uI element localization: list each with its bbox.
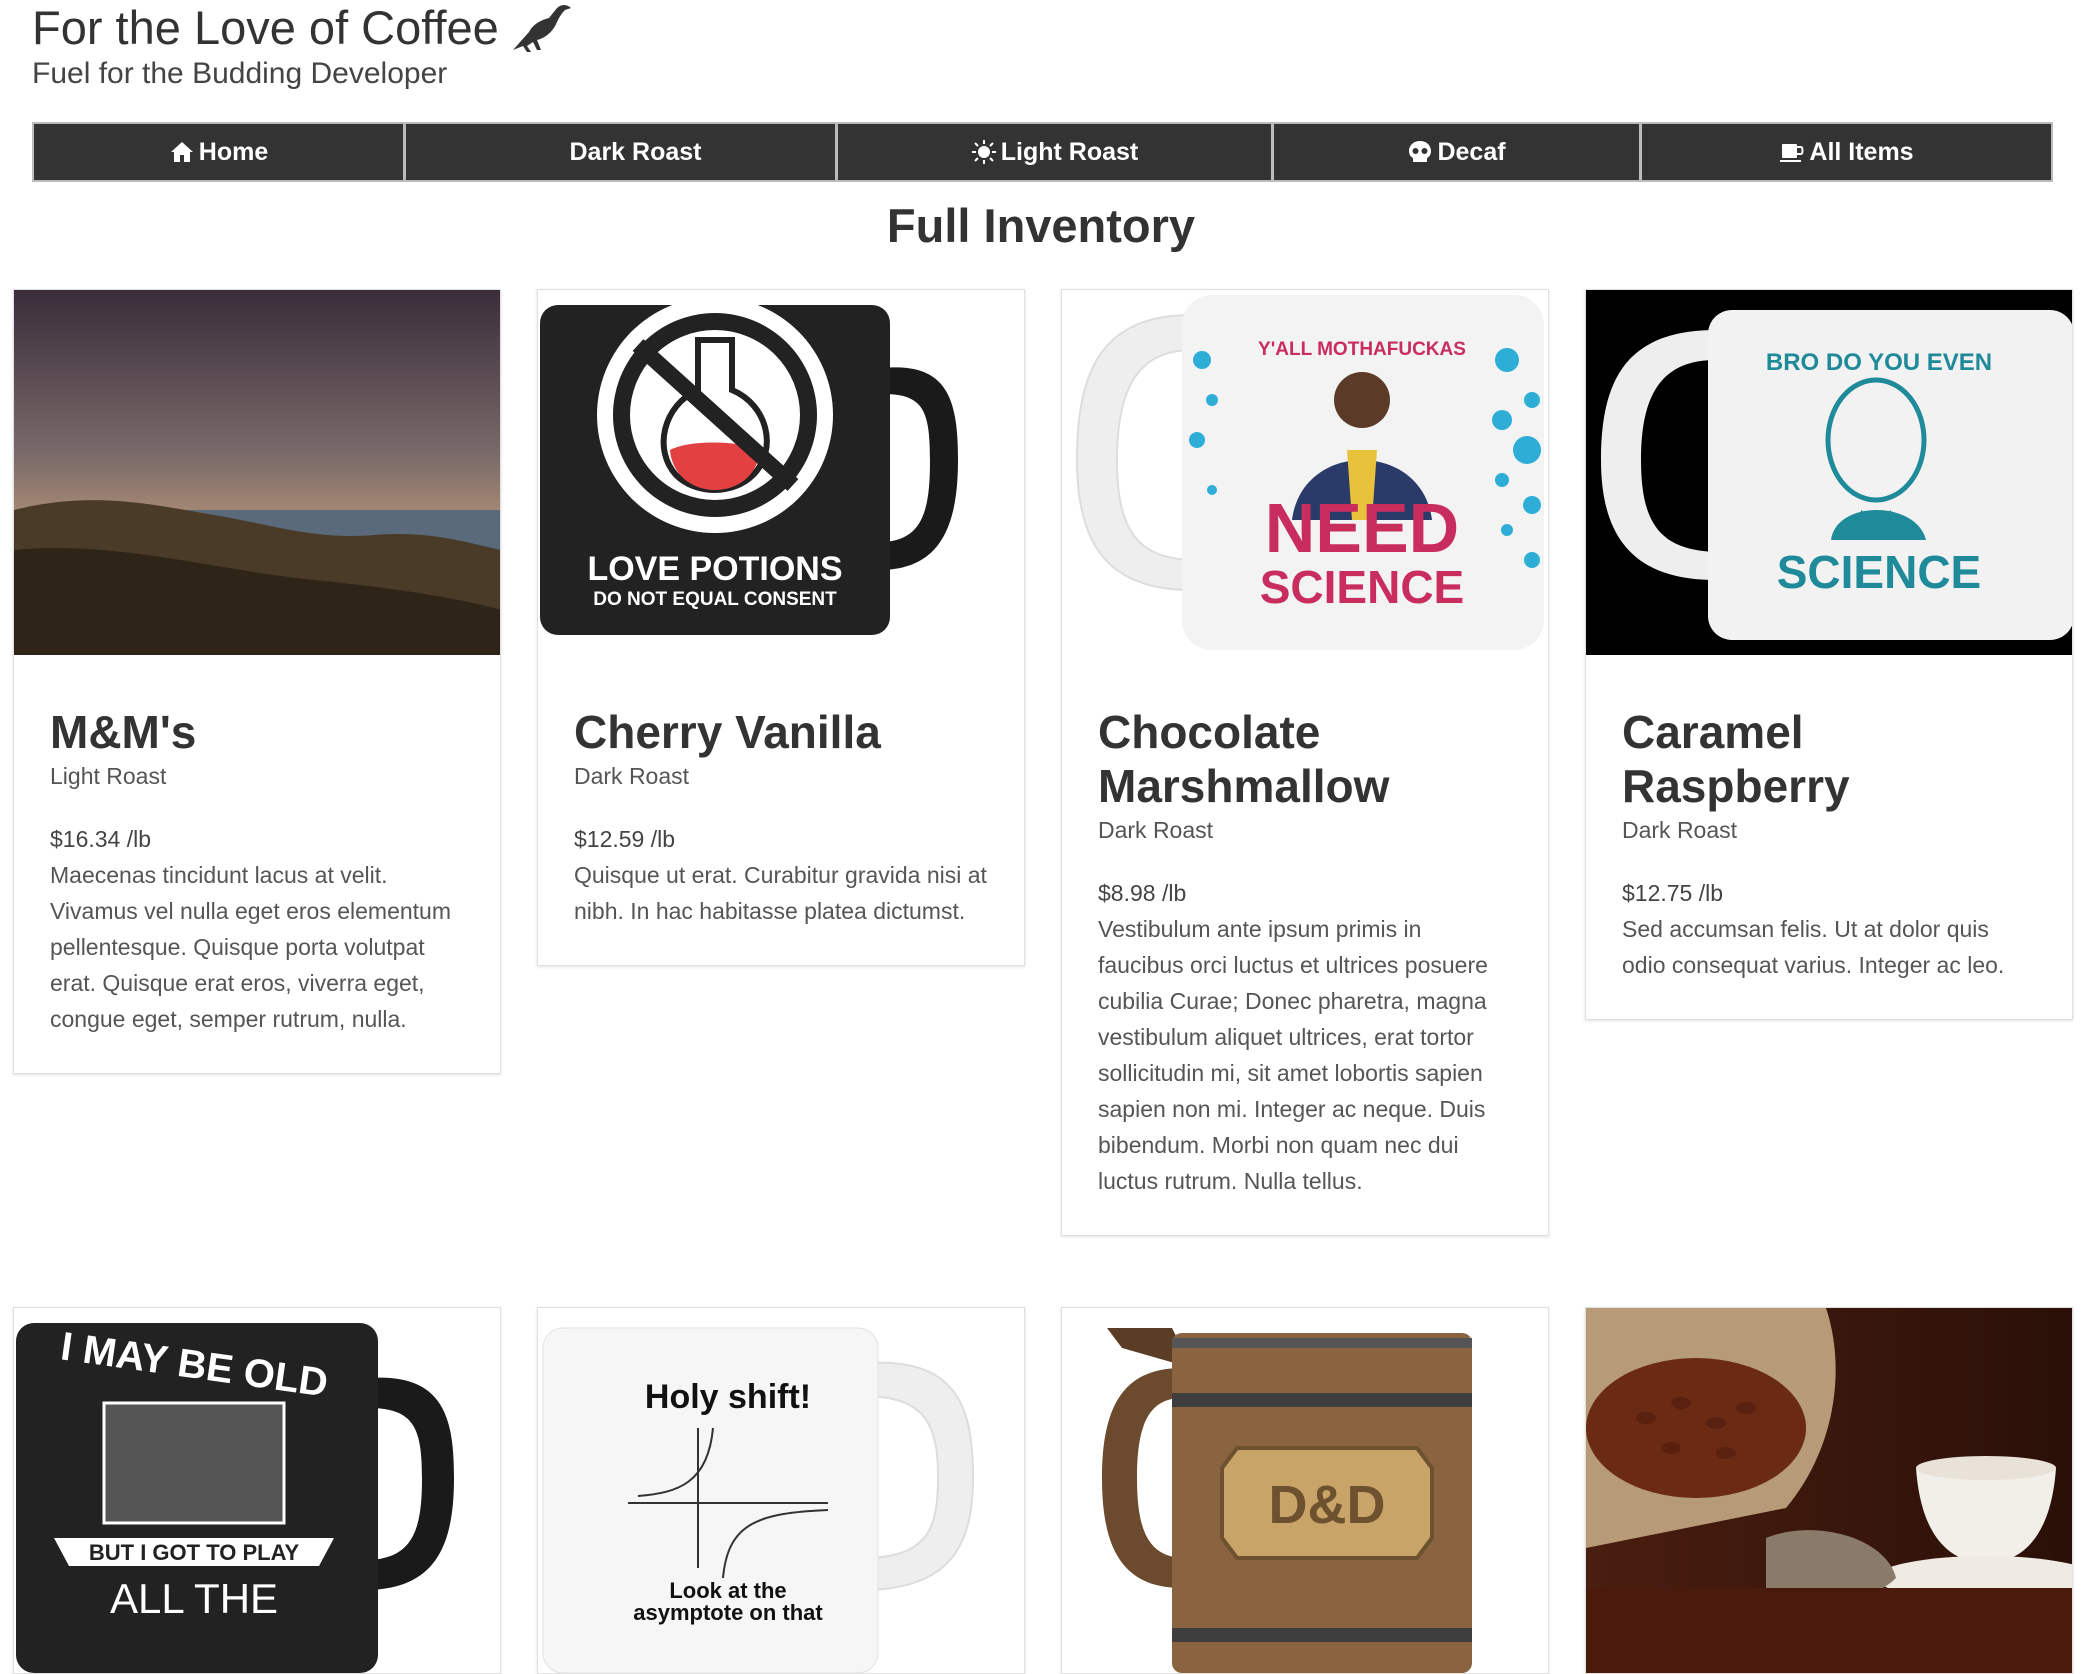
nav-home[interactable]: Home	[34, 124, 406, 180]
product-roast: Dark Roast	[1098, 817, 1214, 843]
holy-shift-mug: Holy shift! Look at the asymptote on tha…	[538, 1308, 1024, 1673]
product-name: M&M's	[50, 706, 197, 758]
nav-dark-roast-label: Dark Roast	[569, 137, 702, 166]
bro-science-mug: BRO DO YOU EVEN SCIENCE	[1586, 290, 2072, 655]
site-header: For the Love of Coffee Fuel for the Budd…	[32, 0, 573, 92]
product-roast: Dark Roast	[574, 763, 690, 789]
main-nav: Home Dark Roast Light Roast Decaf All It…	[32, 122, 2053, 182]
product-name: Cherry Vanilla	[574, 706, 881, 758]
sun-icon	[971, 140, 996, 164]
product-description: Sed accumsan felis. Ut at dolor quis odi…	[1622, 916, 2005, 978]
nav-home-label: Home	[198, 137, 269, 166]
skull-icon	[1409, 141, 1432, 162]
product-name: Caramel Raspberry	[1622, 706, 1850, 812]
mug-text: BUT I GOT TO PLAY	[89, 1540, 300, 1565]
mug-text: NEED	[1265, 489, 1459, 567]
product-price: $8.98 /lb	[1098, 880, 1187, 906]
need-science-mug: Y'ALL MOTHAFUCKAS NEED SCIENCE	[1062, 290, 1548, 655]
product-roast: Light Roast	[50, 763, 167, 789]
product-card[interactable]: I MAY BE OLD BUT I GOT TO PLAY ALL THE	[13, 1307, 501, 1674]
product-card[interactable]	[1585, 1307, 2073, 1674]
nav-decaf-label: Decaf	[1437, 137, 1506, 166]
nav-light-roast-label: Light Roast	[1000, 137, 1139, 166]
home-icon	[170, 142, 193, 162]
moon-icon	[544, 141, 556, 163]
nav-all-items-label: All Items	[1809, 137, 1914, 166]
nav-decaf[interactable]: Decaf	[1274, 124, 1642, 180]
love-potions-mug: LOVE POTIONS DO NOT EQUAL CONSENT	[538, 290, 1024, 655]
mug-icon	[1780, 144, 1804, 162]
mug-text: Holy shift!	[645, 1378, 811, 1416]
mug-text: D&D	[1269, 1475, 1386, 1535]
coffee-beans-photo	[1586, 1308, 2072, 1673]
mug-text: SCIENCE	[1260, 561, 1464, 613]
product-card[interactable]: Y'ALL MOTHAFUCKAS NEED SCIENCE Chocolate…	[1061, 289, 1549, 1236]
page-title: Full Inventory	[886, 199, 1196, 252]
nav-light-roast[interactable]: Light Roast	[838, 124, 1274, 180]
landscape-photo	[14, 290, 500, 655]
product-price: $12.75 /lb	[1622, 880, 1724, 906]
product-card[interactable]: M&M's Light Roast $16.34 /lb Maecenas ti…	[13, 289, 501, 1074]
product-card[interactable]: Holy shift! Look at the asymptote on tha…	[537, 1307, 1025, 1674]
product-card[interactable]: BRO DO YOU EVEN SCIENCE Caramel Raspberr…	[1585, 289, 2073, 1020]
product-roast: Dark Roast	[1622, 817, 1738, 843]
mug-text: asymptote on that	[633, 1600, 823, 1625]
product-card[interactable]: D&D	[1061, 1307, 1549, 1674]
product-description: Maecenas tincidunt lacus at velit. Vivam…	[50, 862, 452, 1032]
nav-all-items[interactable]: All Items	[1642, 124, 2051, 180]
crow-icon	[512, 5, 571, 52]
product-description: Quisque ut erat. Curabitur gravida nisi …	[574, 862, 987, 924]
product-price: $16.34 /lb	[50, 826, 152, 852]
product-name: Chocolate Marshmallow	[1098, 706, 1390, 812]
product-description: Vestibulum ante ipsum primis in faucibus…	[1098, 916, 1488, 1194]
mug-text: DO NOT EQUAL CONSENT	[593, 589, 837, 610]
product-card[interactable]: LOVE POTIONS DO NOT EQUAL CONSENT Cherry…	[537, 289, 1025, 966]
site-subtitle: Fuel for the Budding Developer	[32, 57, 448, 90]
site-title: For the Love of Coffee	[32, 1, 499, 54]
product-price: $12.59 /lb	[574, 826, 676, 852]
mug-text: BRO DO YOU EVEN	[1766, 349, 1992, 376]
dnd-tankard: D&D	[1062, 1308, 1548, 1673]
mug-text: ALL THE	[110, 1575, 278, 1622]
nav-dark-roast[interactable]: Dark Roast	[406, 124, 838, 180]
mug-text: LOVE POTIONS	[587, 550, 842, 588]
mug-text: Y'ALL MOTHAFUCKAS	[1258, 339, 1466, 360]
mug-text: SCIENCE	[1777, 546, 1981, 598]
gamer-mug: I MAY BE OLD BUT I GOT TO PLAY ALL THE	[14, 1308, 500, 1673]
